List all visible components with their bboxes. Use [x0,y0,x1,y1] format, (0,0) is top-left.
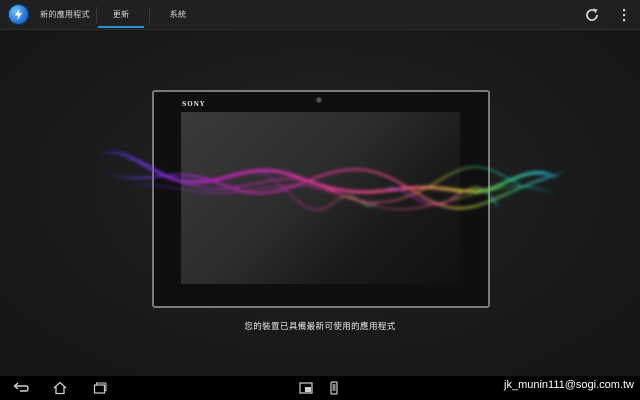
back-icon[interactable] [12,380,30,400]
home-icon[interactable] [52,380,68,400]
tab-system[interactable]: 系統 [155,0,201,29]
refresh-icon[interactable] [582,5,602,25]
tab-system-label: 系統 [169,10,187,19]
recent-apps-icon[interactable] [92,380,108,400]
tab-new-apps-label: 新的應用程式 [40,10,90,19]
action-bar: 新的應用程式 更新 系統 [0,0,640,30]
tab-new-apps[interactable]: 新的應用程式 [36,0,94,29]
tab-divider [96,7,97,23]
tab-updates[interactable]: 更新 [98,0,144,29]
phone-icon[interactable] [326,380,342,400]
system-navigation-bar: jk_munin111@sogi.com.tw [0,376,640,400]
up-to-date-message: 您的裝置已具備最新可使用的應用程式 [244,322,396,332]
overflow-menu-icon[interactable] [614,5,634,25]
small-app-window-icon[interactable] [298,380,314,400]
content-area: SONY 您的裝置已具備最新可使用的應用程式 [0,30,640,376]
watermark-text: jk_munin111@sogi.com.tw [504,379,634,391]
tab-divider [149,7,150,23]
tab-updates-label: 更新 [112,10,130,19]
app-logo-icon[interactable] [8,4,29,25]
